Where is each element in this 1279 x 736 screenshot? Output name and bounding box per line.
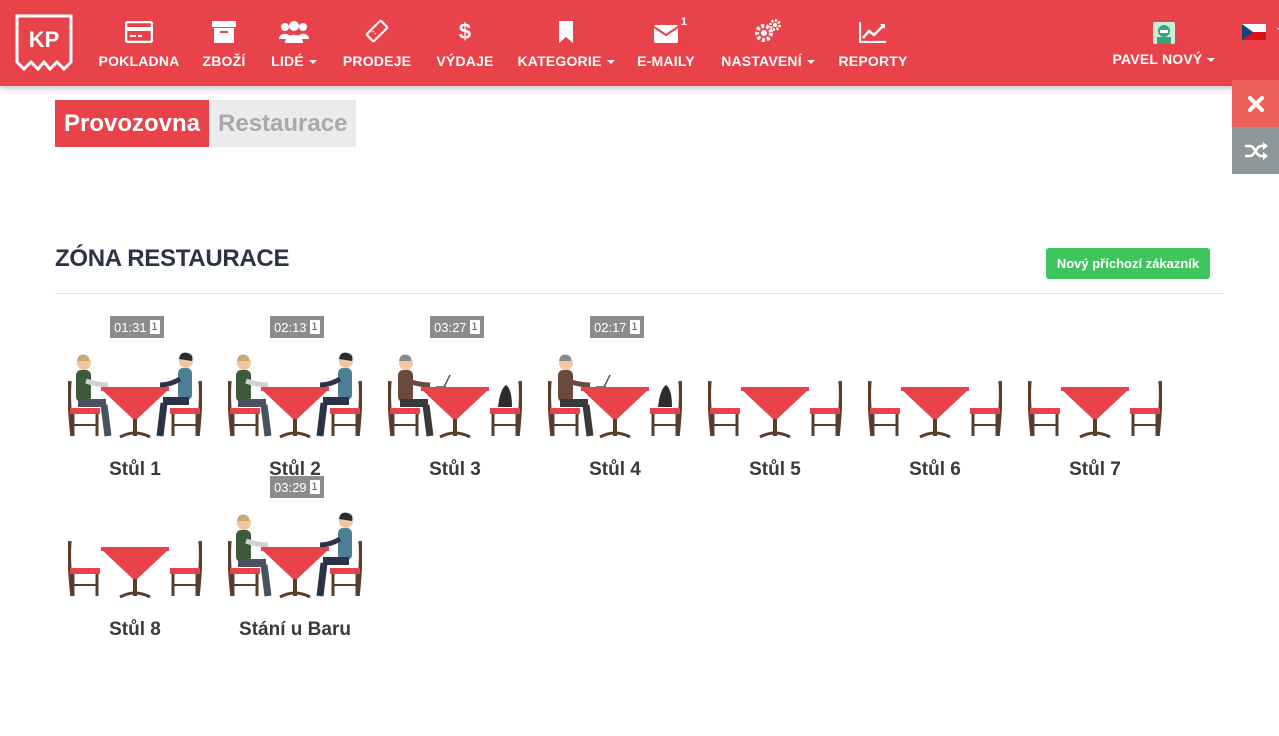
svg-text:$: $ bbox=[459, 19, 471, 43]
table-tile[interactable]: Stůl 8 bbox=[55, 473, 215, 640]
nav-pokladna[interactable]: POKLADNA bbox=[99, 0, 179, 86]
nav-kategorie[interactable]: KATEGORIE bbox=[517, 0, 615, 86]
table-tile[interactable]: 01:31 1 Stůl 1 bbox=[55, 313, 215, 480]
nav-label: REPORTY bbox=[838, 53, 908, 69]
table-name: Stůl 7 bbox=[1069, 459, 1121, 480]
gears-icon bbox=[754, 19, 782, 48]
divider bbox=[55, 293, 1224, 294]
czech-flag-icon bbox=[1242, 24, 1266, 40]
nav-label: KATEGORIE bbox=[517, 53, 602, 69]
person-figure bbox=[236, 354, 272, 437]
bag-figure bbox=[498, 385, 512, 407]
zone-title: ZÓNA RESTAURACE bbox=[55, 245, 290, 272]
timer-value: 03:29 bbox=[274, 479, 307, 495]
person-figure bbox=[156, 352, 193, 437]
timer-value: 03:27 bbox=[434, 319, 467, 335]
timer-value: 01:31 bbox=[114, 319, 147, 335]
caret-down-icon bbox=[806, 60, 815, 65]
nav-label: POKLADNA bbox=[98, 53, 180, 69]
shuffle-button[interactable] bbox=[1232, 127, 1279, 174]
table-illustration bbox=[68, 540, 202, 599]
occupancy-timer: 03:27 1 bbox=[430, 316, 484, 338]
nav-label: E-MAILY bbox=[637, 53, 695, 69]
guest-count: 1 bbox=[469, 320, 480, 334]
nav-reporty[interactable]: REPORTY bbox=[838, 0, 908, 86]
svg-text:KP: KP bbox=[29, 27, 60, 52]
nav-prodeje[interactable]: PRODEJE bbox=[342, 0, 412, 86]
kp-logo[interactable]: KP bbox=[15, 14, 73, 72]
language-switch[interactable] bbox=[1242, 24, 1279, 40]
ticket-icon bbox=[365, 19, 389, 48]
occupancy-timer: 02:17 1 bbox=[590, 316, 644, 338]
table-illustration bbox=[388, 354, 522, 439]
table-tile[interactable]: 03:27 1 Stůl 3 bbox=[375, 313, 535, 480]
tab-provozovna[interactable]: Provozovna bbox=[55, 100, 210, 147]
table-illustration bbox=[548, 354, 682, 439]
table-illustration bbox=[68, 352, 202, 439]
table-name: Stůl 6 bbox=[909, 459, 961, 480]
occupancy-timer: 01:31 1 bbox=[110, 316, 164, 338]
nav-zbozi[interactable]: ZBOŽÍ bbox=[203, 0, 245, 86]
timer-value: 02:17 bbox=[594, 319, 627, 335]
nav-label: ZBOŽÍ bbox=[202, 53, 246, 69]
credit-card-icon bbox=[124, 20, 154, 48]
nav-lide[interactable]: LIDÉ bbox=[270, 0, 318, 86]
new-customer-button[interactable]: Nový příchozí zákazník bbox=[1046, 248, 1210, 279]
nav-vydaje[interactable]: $ VÝDAJE bbox=[436, 0, 494, 86]
table-name: Stání u Baru bbox=[239, 619, 351, 640]
table-illustration bbox=[228, 512, 362, 599]
person-figure bbox=[316, 512, 353, 597]
table-tile[interactable]: 03:29 1 Stání u Baru bbox=[215, 473, 375, 640]
nav-nastaveni[interactable]: NASTAVENÍ bbox=[721, 0, 815, 86]
user-name: PAVEL NOVÝ bbox=[1112, 51, 1203, 67]
person-figure bbox=[76, 354, 112, 437]
tab-restaurace[interactable]: Restaurace bbox=[209, 100, 357, 147]
close-button[interactable] bbox=[1232, 80, 1279, 127]
person-figure bbox=[316, 352, 353, 437]
shuffle-icon bbox=[1244, 141, 1268, 160]
table-name: Stůl 3 bbox=[429, 459, 481, 480]
table-illustration bbox=[708, 380, 842, 439]
nav-emaily[interactable]: 1 E-MAILY bbox=[637, 0, 695, 86]
nav-label: NASTAVENÍ bbox=[721, 53, 802, 69]
user-menu[interactable]: PAVEL NOVÝ bbox=[1108, 0, 1220, 86]
guest-count: 1 bbox=[309, 480, 320, 494]
table-name: Stůl 4 bbox=[589, 459, 641, 480]
caret-down-icon bbox=[606, 60, 615, 65]
close-icon bbox=[1247, 95, 1264, 112]
user-avatar-icon bbox=[1153, 22, 1175, 44]
top-navbar: KP POKLADNA ZBOŽÍ LIDÉ PRODEJE $ VÝDAJE KATEGO… bbox=[0, 0, 1279, 86]
table-illustration bbox=[868, 380, 1002, 439]
occupancy-timer: 03:29 1 bbox=[270, 476, 324, 498]
guest-count: 1 bbox=[149, 320, 160, 334]
dollar-icon: $ bbox=[458, 19, 472, 48]
bookmark-icon bbox=[558, 21, 574, 48]
guest-count: 1 bbox=[309, 320, 320, 334]
table-illustration bbox=[228, 352, 362, 439]
table-tile[interactable]: 02:17 1 Stůl 4 bbox=[535, 313, 695, 480]
nav-label: VÝDAJE bbox=[436, 53, 494, 69]
table-name: Stůl 5 bbox=[749, 459, 801, 480]
caret-down-icon bbox=[308, 60, 317, 65]
table-tile[interactable]: Stůl 6 bbox=[855, 313, 1015, 480]
table-tile[interactable]: Stůl 5 bbox=[695, 313, 855, 480]
location-tabs: Provozovna Restaurace bbox=[55, 100, 357, 147]
occupancy-timer: 02:13 1 bbox=[270, 316, 324, 338]
table-name: Stůl 8 bbox=[109, 619, 161, 640]
timer-value: 02:13 bbox=[274, 319, 307, 335]
table-tile[interactable]: 02:13 1 Stůl 2 bbox=[215, 313, 375, 480]
table-tile[interactable]: Stůl 7 bbox=[1015, 313, 1175, 480]
nav-label: LIDÉ bbox=[271, 53, 304, 69]
table-illustration bbox=[1028, 380, 1162, 439]
nav-label: PRODEJE bbox=[342, 53, 412, 69]
guest-count: 1 bbox=[629, 320, 640, 334]
person-figure bbox=[236, 514, 272, 597]
archive-box-icon bbox=[212, 21, 236, 48]
bag-figure bbox=[658, 385, 672, 407]
users-icon bbox=[279, 21, 309, 48]
envelope-icon bbox=[653, 25, 679, 48]
nav-badge: 1 bbox=[680, 16, 687, 28]
line-chart-icon bbox=[858, 21, 887, 48]
